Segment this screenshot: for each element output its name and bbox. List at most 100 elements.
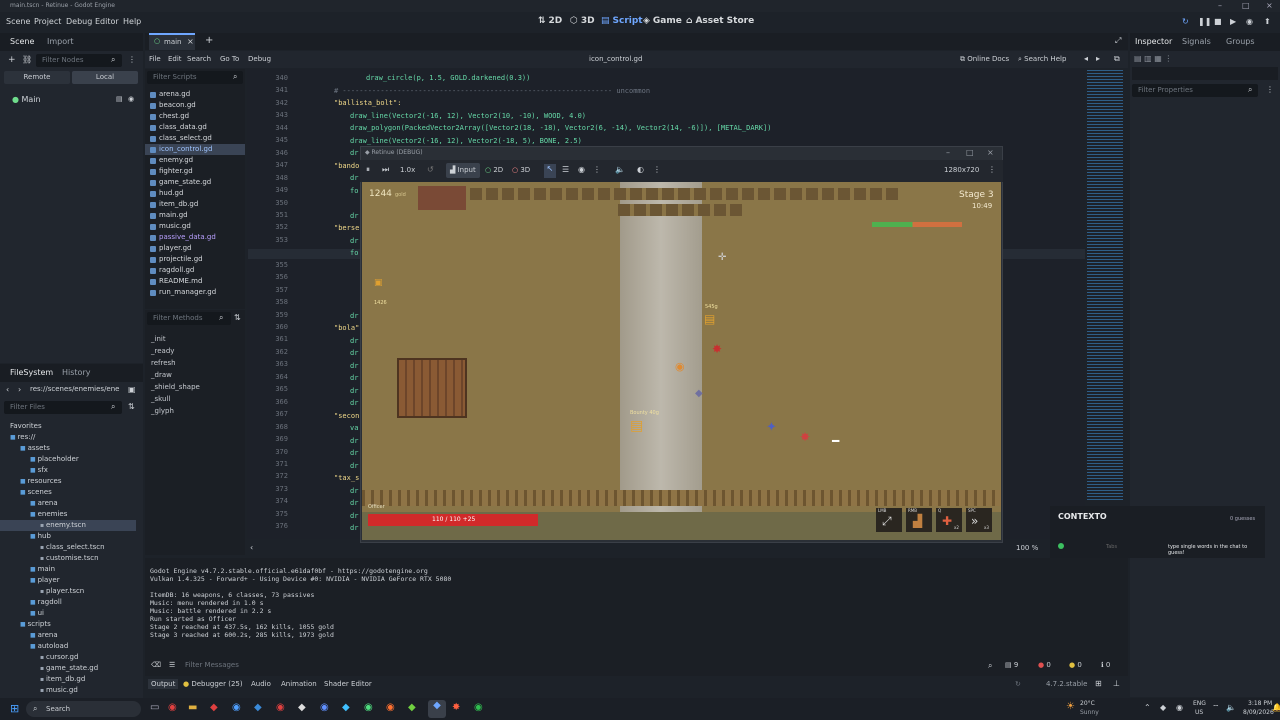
reset-speed-icon[interactable]: ↺ — [427, 165, 434, 174]
language-indicator[interactable]: ENG — [1193, 700, 1206, 707]
script-list-item[interactable]: passive_data.gd — [145, 232, 245, 243]
method-list-item[interactable]: _shield_shape — [145, 381, 245, 393]
app-icon[interactable]: ◉ — [276, 702, 285, 713]
next-script-icon[interactable]: ▸ — [1096, 54, 1100, 63]
pause-icon[interactable]: ❚❚ — [1198, 17, 1211, 26]
tab-audio[interactable]: Audio — [251, 680, 271, 688]
tab-scene[interactable]: Scene — [10, 37, 34, 46]
app-icon[interactable]: ◆ — [298, 702, 306, 713]
tray-app-icon[interactable]: ◉ — [1176, 703, 1183, 712]
script-attached-icon[interactable]: ▤ — [116, 95, 123, 103]
message-count[interactable]: ℹ 0 — [1101, 661, 1110, 669]
path-field[interactable]: res://scenes/enemies/ene — [30, 385, 119, 393]
time-scale-button[interactable]: 1.0x — [400, 166, 415, 174]
vscode-icon[interactable]: ◆ — [254, 702, 262, 713]
audio-mute-icon[interactable]: 🔈 — [615, 165, 625, 174]
app-icon[interactable]: ◉ — [232, 702, 241, 713]
filter-scripts-input[interactable]: Filter Scripts — [147, 71, 243, 84]
menu-edit[interactable]: Edit — [168, 55, 182, 63]
close-icon[interactable]: × — [187, 37, 194, 46]
file-tree-file[interactable]: player.tscn — [0, 586, 136, 597]
warning-count[interactable]: ● 0 — [1069, 661, 1082, 669]
filter-messages-input[interactable]: Filter Messages — [185, 661, 239, 669]
file-tree-folder[interactable]: scripts — [0, 619, 136, 630]
code-minimap[interactable] — [1087, 70, 1123, 500]
file-tree-folder[interactable]: placeholder — [0, 454, 136, 465]
start-icon[interactable]: ⊞ — [10, 702, 19, 715]
pin-icon[interactable]: ⊥ — [1113, 679, 1120, 688]
visibility-icon[interactable]: ◉ — [128, 95, 134, 103]
method-list-item[interactable]: _glyph — [145, 405, 245, 417]
prev-script-icon[interactable]: ◂ — [1084, 54, 1088, 63]
object-selector[interactable] — [1132, 67, 1278, 80]
file-tree-folder[interactable]: arena — [0, 630, 136, 641]
task-view-icon[interactable]: ▭ — [150, 702, 159, 713]
script-list-item[interactable]: ragdoll.gd — [145, 265, 245, 276]
script-list-item[interactable]: README.md — [145, 276, 245, 287]
script-list-item[interactable]: item_db.gd — [145, 199, 245, 210]
script-list-item[interactable]: beacon.gd — [145, 100, 245, 111]
clock-date[interactable]: 8/09/2026 — [1243, 709, 1274, 716]
script-list-item[interactable]: music.gd — [145, 221, 245, 232]
tab-animation[interactable]: Animation — [281, 680, 317, 688]
filter-nodes-input[interactable]: Filter Nodes — [36, 54, 122, 67]
item-slots-row-2[interactable] — [618, 204, 742, 216]
collapse-panel-icon[interactable]: ‹ — [250, 543, 253, 552]
add-node-icon[interactable]: + — [8, 55, 16, 65]
game-minimize-button[interactable]: – — [946, 148, 950, 157]
script-list-item[interactable]: fighter.gd — [145, 166, 245, 177]
search-help-button[interactable]: ⌕ Search Help — [1018, 55, 1066, 64]
link-icon[interactable]: ⛓ — [22, 55, 32, 64]
method-list-item[interactable]: _skull — [145, 393, 245, 405]
file-tree-folder[interactable]: assets — [0, 443, 136, 454]
godot-taskbar-icon[interactable]: ◆ — [428, 700, 446, 718]
mode-3d-button[interactable]: ⬡ 3D — [570, 16, 595, 26]
tab-import[interactable]: Import — [47, 37, 74, 46]
tab-shader-editor[interactable]: Shader Editor — [324, 680, 372, 688]
method-list-item[interactable]: _init — [145, 333, 245, 345]
region-indicator[interactable]: US — [1195, 709, 1203, 716]
sort-icon[interactable]: ⇅ — [128, 402, 135, 411]
app-icon[interactable]: ◉ — [364, 702, 373, 713]
remote-button[interactable]: Remote — [4, 71, 70, 84]
more-icon[interactable]: ⋮ — [593, 165, 601, 174]
menu-file[interactable]: File — [149, 55, 161, 63]
online-docs-link[interactable]: ⧉ Online Docs — [960, 55, 1009, 64]
layout-icon[interactable]: ⊞ — [1095, 679, 1102, 688]
file-tree-folder[interactable]: sfx — [0, 465, 136, 476]
script-list-item[interactable]: run_manager.gd — [145, 287, 245, 298]
next-frame-icon[interactable]: ⏭ — [382, 165, 389, 175]
script-list-item[interactable]: icon_control.gd — [145, 144, 245, 155]
skill-slot-lmb[interactable]: LMB ⤢ — [876, 508, 902, 532]
menu-help[interactable]: Help — [123, 17, 141, 26]
select-3d-button[interactable]: ○ 3D — [512, 166, 530, 174]
list-select-icon[interactable]: ☰ — [562, 165, 569, 174]
script-list-item[interactable]: game_state.gd — [145, 177, 245, 188]
file-tree-file[interactable]: class_select.tscn — [0, 542, 136, 553]
more-icon[interactable]: ⋮ — [988, 165, 996, 174]
back-icon[interactable]: ‹ — [6, 385, 9, 394]
menu-debug[interactable]: Debug — [66, 17, 92, 26]
local-button[interactable]: Local — [72, 71, 138, 84]
log-count[interactable]: ▤ 9 — [1005, 661, 1018, 669]
tab-groups[interactable]: Groups — [1226, 37, 1255, 46]
script-list-item[interactable]: main.gd — [145, 210, 245, 221]
close-window-button[interactable]: × — [1266, 0, 1273, 12]
suspend-icon[interactable]: ⏸ — [366, 165, 370, 175]
tab-history[interactable]: History — [62, 368, 90, 377]
skill-slot-q[interactable]: Q ✚ x2 — [936, 508, 962, 532]
scene-tree-root[interactable]: ● Main — [12, 95, 41, 104]
more-icon[interactable]: ⋮ — [1266, 85, 1274, 94]
app-icon[interactable]: ◆ — [408, 702, 416, 713]
error-count[interactable]: ● 0 — [1038, 661, 1051, 669]
game-close-button[interactable]: × — [987, 148, 994, 157]
mode-game-button[interactable]: ◈ Game — [643, 16, 682, 26]
new-resource-icon[interactable]: ▤ — [1134, 54, 1144, 63]
notification-icon[interactable]: 🔔 — [1272, 703, 1280, 712]
renderer-icon[interactable]: ⬆ — [1264, 17, 1271, 26]
visibility-icon[interactable]: ◉ — [578, 165, 585, 174]
mode-script-button[interactable]: ▤ Script — [601, 16, 643, 26]
file-tree-folder[interactable]: resources — [0, 476, 136, 487]
script-list-item[interactable]: chest.gd — [145, 111, 245, 122]
movie-icon[interactable]: ◉ — [1246, 17, 1253, 26]
